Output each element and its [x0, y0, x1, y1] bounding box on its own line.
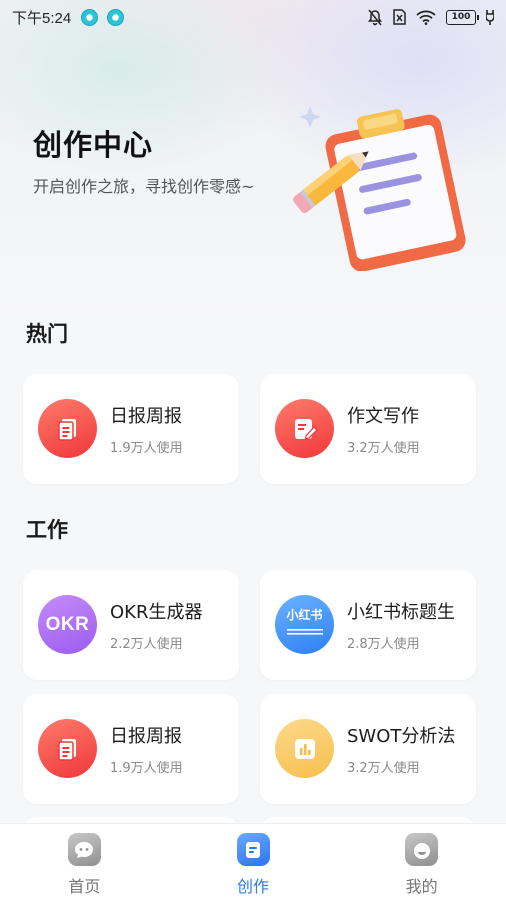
sim-icon	[393, 9, 406, 25]
tab-label: 首页	[68, 877, 101, 896]
notification-app-icon	[81, 8, 99, 26]
edit-document-icon	[275, 399, 334, 458]
battery-icon: 100	[446, 9, 479, 25]
page-title: 创作中心	[33, 128, 154, 162]
tab-label: 创作	[237, 877, 270, 896]
notification-app-icon	[107, 8, 125, 26]
page-subtitle: 开启创作之旅，寻找创作零感~	[33, 177, 255, 196]
tool-card-okr-generator[interactable]: OKR OKR生成器 2.2万人使用	[23, 570, 239, 680]
section-title-hot: 热门	[26, 322, 68, 346]
chat-bubble-icon	[67, 833, 101, 866]
bottom-tab-bar: 首页 创作 我的	[0, 823, 506, 900]
tool-name: 小红书标题生	[347, 602, 455, 623]
status-time: 下午5:24	[12, 9, 72, 27]
tool-usage-count: 2.8万人使用	[347, 637, 420, 652]
okr-icon-text: OKR	[45, 613, 90, 635]
tool-name: 日报周报	[110, 726, 182, 747]
xiaohongshu-icon-text: 小红书	[286, 608, 323, 622]
tool-card-essay-writing[interactable]: 作文写作 3.2万人使用	[260, 374, 476, 484]
profile-icon	[405, 833, 439, 866]
create-icon	[236, 833, 270, 866]
tab-create[interactable]: 创作	[169, 824, 338, 900]
tool-card-daily-weekly-report[interactable]: 日报周报 1.9万人使用	[23, 694, 239, 804]
tab-label: 我的	[405, 877, 438, 896]
tool-usage-count: 3.2万人使用	[347, 761, 420, 776]
tool-name: OKR生成器	[110, 602, 203, 623]
bell-muted-icon	[367, 9, 383, 26]
charging-icon	[486, 9, 494, 25]
bar-chart-icon	[275, 719, 334, 778]
tool-usage-count: 3.2万人使用	[347, 441, 420, 456]
tool-name: 作文写作	[347, 406, 419, 427]
tab-profile[interactable]: 我的	[337, 824, 506, 900]
tool-card-daily-weekly-report[interactable]: 日报周报 1.9万人使用	[23, 374, 239, 484]
tool-usage-count: 1.9万人使用	[110, 761, 183, 776]
tool-name: SWOT分析法	[347, 726, 456, 747]
document-icon	[38, 399, 97, 458]
xiaohongshu-icon: 小红书	[275, 595, 334, 654]
tool-card-swot-analysis[interactable]: SWOT分析法 3.2万人使用	[260, 694, 476, 804]
tool-usage-count: 2.2万人使用	[110, 637, 183, 652]
document-icon	[38, 719, 97, 778]
wifi-icon	[416, 10, 436, 25]
tool-usage-count: 1.9万人使用	[110, 441, 183, 456]
okr-icon: OKR	[38, 595, 97, 654]
tab-home[interactable]: 首页	[0, 824, 169, 900]
status-bar: 下午5:24 100	[0, 0, 506, 34]
tool-name: 日报周报	[110, 406, 182, 427]
clipboard-pencil-illustration	[286, 96, 466, 272]
tool-card-xiaohongshu-title[interactable]: 小红书 小红书标题生 2.8万人使用	[260, 570, 476, 680]
section-title-work: 工作	[26, 518, 68, 542]
